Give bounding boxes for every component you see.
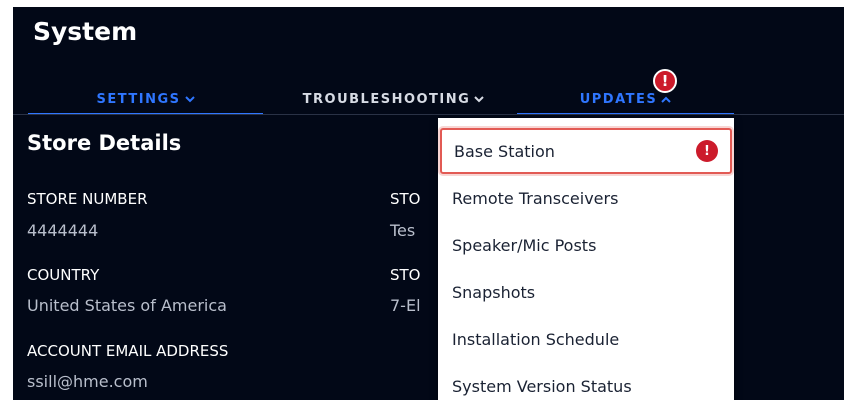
menu-item-label: Speaker/Mic Posts bbox=[452, 235, 597, 255]
menu-item-label: Base Station bbox=[454, 141, 555, 161]
tab-bar: SETTINGS TROUBLESHOOTING UPDATES bbox=[13, 85, 844, 115]
account-email-value: ssill@hme.com bbox=[27, 372, 148, 391]
page-title: System bbox=[33, 17, 138, 46]
tab-troubleshooting[interactable]: TROUBLESHOOTING bbox=[271, 85, 516, 113]
menu-item-label: Installation Schedule bbox=[452, 329, 620, 349]
tab-settings[interactable]: SETTINGS bbox=[28, 85, 263, 115]
menu-item-label: Snapshots bbox=[452, 282, 536, 302]
store-name-value: Tes bbox=[390, 221, 416, 240]
chevron-down-icon bbox=[184, 93, 195, 106]
tab-troubleshooting-label: TROUBLESHOOTING bbox=[302, 91, 471, 107]
system-page: System SETTINGS TROUBLESHOOTING UPDATES … bbox=[13, 7, 844, 400]
base-station-alert-badge: ! bbox=[696, 140, 718, 162]
account-email-label: ACCOUNT EMAIL ADDRESS bbox=[27, 342, 229, 360]
country-label: COUNTRY bbox=[27, 266, 100, 284]
tab-settings-label: SETTINGS bbox=[96, 91, 181, 107]
store-name-label: STO bbox=[390, 190, 421, 208]
menu-item-speaker-mic-posts[interactable]: Speaker/Mic Posts bbox=[438, 222, 734, 268]
tab-updates-label: UPDATES bbox=[579, 91, 658, 107]
store-brand-value: 7-El bbox=[390, 296, 421, 315]
menu-item-system-version-status[interactable]: System Version Status bbox=[438, 363, 734, 400]
menu-item-installation-schedule[interactable]: Installation Schedule bbox=[438, 316, 734, 362]
chevron-up-icon bbox=[661, 93, 671, 106]
updates-alert-badge: ! bbox=[653, 69, 677, 93]
menu-item-label: Remote Transceivers bbox=[452, 188, 619, 208]
store-number-value: 4444444 bbox=[27, 221, 99, 240]
menu-item-label: System Version Status bbox=[452, 376, 632, 396]
country-value: United States of America bbox=[27, 296, 227, 315]
store-brand-label: STO bbox=[390, 266, 421, 284]
store-details-title: Store Details bbox=[27, 131, 182, 155]
store-number-label: STORE NUMBER bbox=[27, 190, 148, 208]
tab-updates[interactable]: UPDATES bbox=[517, 85, 734, 115]
updates-dropdown-menu: Base Station ! Remote Transceivers Speak… bbox=[438, 118, 734, 400]
tab-bar-divider bbox=[13, 114, 844, 115]
menu-item-base-station[interactable]: Base Station ! bbox=[440, 128, 732, 174]
menu-item-snapshots[interactable]: Snapshots bbox=[438, 269, 734, 315]
menu-item-remote-transceivers[interactable]: Remote Transceivers bbox=[438, 175, 734, 221]
chevron-down-icon bbox=[474, 93, 485, 106]
